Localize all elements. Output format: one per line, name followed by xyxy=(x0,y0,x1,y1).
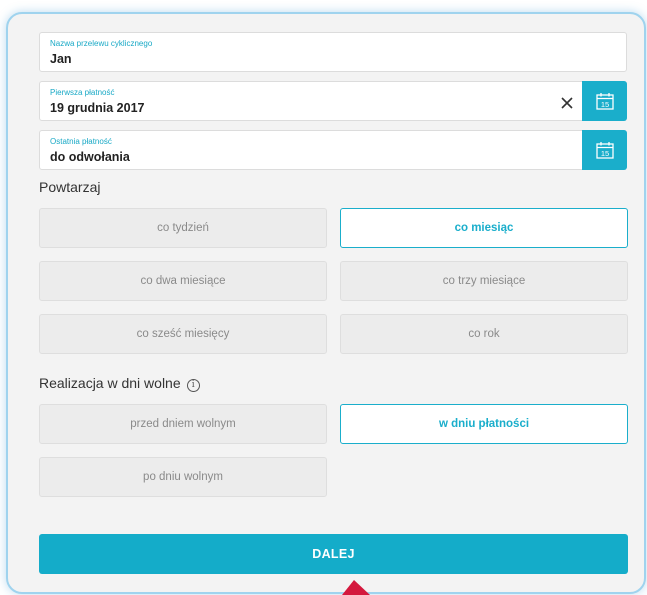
transfer-name-label: Nazwa przelewu cyklicznego xyxy=(50,39,153,48)
holiday-option-before[interactable]: przed dniem wolnym xyxy=(39,404,327,444)
clear-icon[interactable] xyxy=(558,94,576,112)
info-icon[interactable]: i xyxy=(186,379,200,392)
first-payment-field[interactable]: Pierwsza płatność 19 grudnia 2017 15 xyxy=(39,81,627,121)
transfer-name-value: Jan xyxy=(50,52,72,66)
last-payment-value: do odwołania xyxy=(50,150,130,164)
calendar-icon: 15 xyxy=(595,93,614,110)
last-payment-label: Ostatnia płatność xyxy=(50,137,112,146)
recurring-transfer-form: Nazwa przelewu cyklicznego Jan Pierwsza … xyxy=(6,12,646,594)
repeat-option-monthly[interactable]: co miesiąc xyxy=(340,208,628,248)
holiday-option-after[interactable]: po dniu wolnym xyxy=(39,457,327,497)
calendar-icon: 15 xyxy=(595,142,614,159)
holiday-option-on-day[interactable]: w dniu płatności xyxy=(340,404,628,444)
calendar-icon-day: 15 xyxy=(600,149,608,158)
repeat-option-yearly[interactable]: co rok xyxy=(340,314,628,354)
repeat-option-weekly[interactable]: co tydzień xyxy=(39,208,327,248)
last-payment-field[interactable]: Ostatnia płatność do odwołania 15 xyxy=(39,130,627,170)
repeat-option-quarterly[interactable]: co trzy miesiące xyxy=(340,261,628,301)
repeat-option-bimonthly[interactable]: co dwa miesiące xyxy=(39,261,327,301)
last-payment-calendar-button[interactable]: 15 xyxy=(582,130,627,170)
first-payment-calendar-button[interactable]: 15 xyxy=(582,81,627,121)
holidays-section-title: Realizacja w dni wolne i xyxy=(39,375,200,392)
repeat-section-title: Powtarzaj xyxy=(39,179,101,195)
first-payment-value: 19 grudnia 2017 xyxy=(50,101,145,115)
first-payment-label: Pierwsza płatność xyxy=(50,88,115,97)
transfer-name-field[interactable]: Nazwa przelewu cyklicznego Jan xyxy=(39,32,627,72)
repeat-option-semiannual[interactable]: co sześć miesięcy xyxy=(39,314,327,354)
holidays-title-text: Realizacja w dni wolne xyxy=(39,375,181,391)
calendar-icon-day: 15 xyxy=(600,100,608,109)
pointer-arrow-icon xyxy=(342,580,370,595)
next-button[interactable]: DALEJ xyxy=(39,534,628,574)
